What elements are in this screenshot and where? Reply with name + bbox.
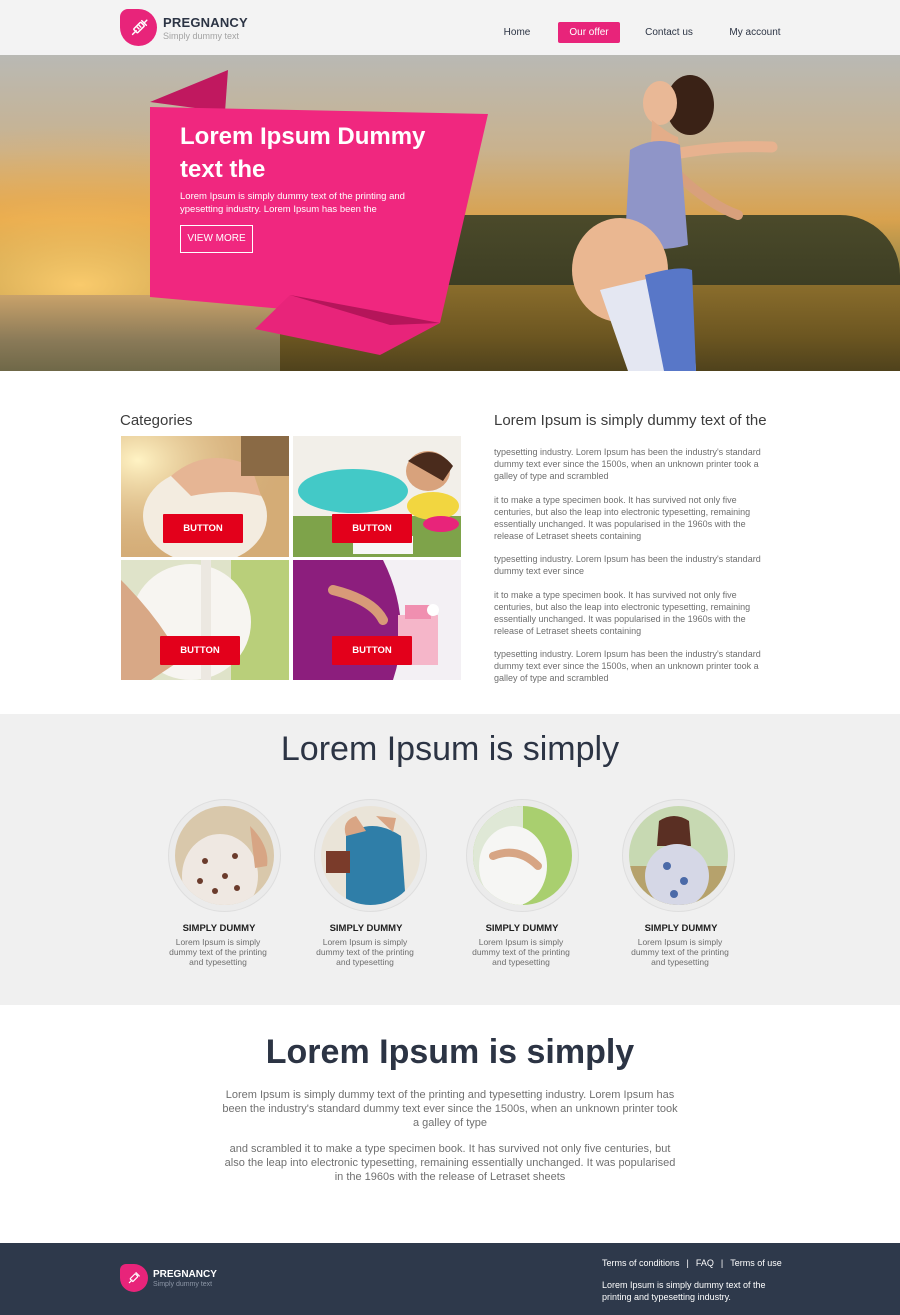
hero-title-line-1: Lorem Ipsum Dummy [180, 123, 426, 150]
feature-image-1 [168, 799, 281, 912]
site-header: PREGNANCY Simply dummy text Home Our off… [0, 0, 900, 55]
syringe-icon [128, 1272, 140, 1284]
footer-links: Terms of conditions | FAQ | Terms of use [602, 1258, 782, 1268]
side-paragraph-5: typesetting industry. Lorem Ipsum has be… [494, 649, 761, 683]
feature-title-2: SIMPLY DUMMY [329, 923, 403, 934]
feature-image-2 [314, 799, 427, 912]
category-button-3[interactable]: BUTTON [160, 636, 240, 665]
footer-logo-tagline: Simply dummy text [153, 1280, 213, 1288]
category-tile-4[interactable]: BUTTON [293, 560, 461, 680]
hero-pregnant-woman-image [572, 75, 778, 371]
feature-title-4: SIMPLY DUMMY [644, 923, 718, 934]
category-tile-1[interactable]: BUTTON [121, 436, 289, 557]
feature-image-4 [622, 799, 735, 912]
feature-title-1: SIMPLY DUMMY [182, 923, 256, 934]
feature-text-4: Lorem Ipsum is simply dummy text of the … [631, 937, 729, 967]
side-paragraph-1: typesetting industry. Lorem Ipsum has be… [494, 447, 761, 481]
hero-text: Lorem Ipsum is simply dummy text of the … [180, 191, 405, 215]
category-button-4[interactable]: BUTTON [332, 636, 412, 665]
feature-text-1: Lorem Ipsum is simply dummy text of the … [169, 937, 267, 967]
footer-logo-title: PREGNANCY [153, 1268, 217, 1280]
footer-text: Lorem Ipsum is simply dummy text of the … [602, 1280, 766, 1302]
feature-image-3 [466, 799, 579, 912]
about-paragraph-1: Lorem Ipsum is simply dummy text of the … [222, 1089, 678, 1129]
view-more-button[interactable]: VIEW MORE [180, 225, 253, 253]
hero-title-line-2: text the [180, 156, 266, 183]
category-tile-3[interactable]: BUTTON [121, 560, 289, 680]
category-button-1[interactable]: BUTTON [163, 514, 243, 543]
categories-heading: Categories [120, 412, 193, 429]
category-button-2[interactable]: BUTTON [332, 514, 412, 543]
main-nav: Home Our offer Contact us My account [0, 22, 900, 44]
side-paragraph-4: it to make a type specimen book. It has … [494, 590, 751, 636]
footer-link-terms-of-conditions[interactable]: Terms of conditions [602, 1258, 680, 1268]
category-tile-2[interactable]: BUTTON [293, 436, 461, 557]
side-paragraph-3: typesetting industry. Lorem Ipsum has be… [494, 554, 761, 576]
hero-ribbon-banner [150, 70, 488, 355]
features-title: Lorem Ipsum is simply [280, 730, 620, 768]
footer-separator: | [720, 1258, 724, 1268]
side-heading: Lorem Ipsum is simply dummy text of the [494, 412, 767, 429]
footer-logo[interactable]: PREGNANCY Simply dummy text [120, 1264, 217, 1292]
about-paragraph-2: and scrambled it to make a type specimen… [224, 1143, 676, 1183]
footer-logo-mark-icon [120, 1264, 148, 1292]
hero-title: Lorem Ipsum Dummy text the [180, 120, 460, 186]
footer-link-faq[interactable]: FAQ [696, 1258, 714, 1268]
nav-contact-us[interactable]: Contact us [644, 22, 694, 43]
feature-text-3: Lorem Ipsum is simply dummy text of the … [472, 937, 570, 967]
hero-banner: Lorem Ipsum Dummy text the Lorem Ipsum i… [0, 55, 900, 371]
nav-my-account[interactable]: My account [726, 22, 784, 43]
nav-our-offer[interactable]: Our offer [558, 22, 620, 43]
feature-title-3: SIMPLY DUMMY [485, 923, 559, 934]
footer-link-terms-of-use[interactable]: Terms of use [730, 1258, 782, 1268]
about-title: Lorem Ipsum is simply [265, 1033, 635, 1071]
side-paragraph-2: it to make a type specimen book. It has … [494, 495, 751, 541]
nav-home[interactable]: Home [498, 22, 536, 43]
feature-text-2: Lorem Ipsum is simply dummy text of the … [316, 937, 414, 967]
footer-separator: | [686, 1258, 689, 1268]
